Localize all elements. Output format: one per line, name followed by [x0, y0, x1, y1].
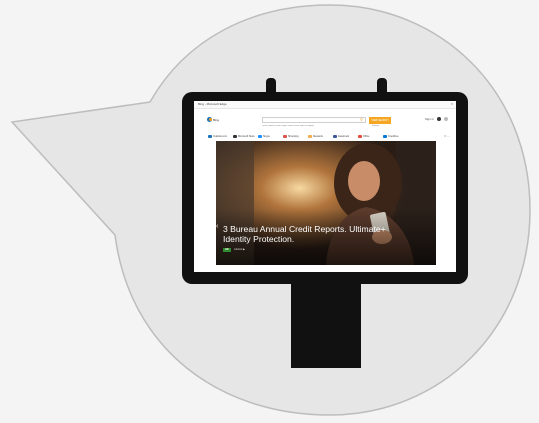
favorite-label: Microsoft Store	[238, 134, 255, 138]
favorite-label: Office	[363, 134, 370, 138]
settings-link[interactable]: Settings	[372, 125, 379, 127]
favorite-shopping[interactable]: Shopping	[283, 134, 308, 138]
skype-icon	[258, 134, 262, 138]
user-avatar-icon[interactable]	[444, 117, 448, 121]
search-links[interactable]: Search options Web Images Videos News Ma…	[262, 125, 372, 127]
bing-logo[interactable]: Bing	[207, 116, 219, 123]
web-search-button[interactable]: WEB SEARCH	[369, 117, 391, 124]
ad-source-link[interactable]: Lifelock ▶	[234, 248, 245, 252]
rewards-badge-icon[interactable]	[437, 117, 441, 121]
carousel-prev-icon[interactable]: ‹	[216, 223, 218, 230]
hero-photo	[216, 141, 436, 265]
rewards-icon	[308, 134, 312, 138]
favorite-onedrive[interactable]: OneDrive	[383, 134, 408, 138]
favorite-microsoft-store[interactable]: Microsoft Store	[233, 134, 258, 138]
header-right: Sign in	[425, 117, 448, 121]
shopping-icon	[283, 134, 287, 138]
favorite-label: Outlook.com	[213, 134, 228, 138]
close-icon[interactable]: ×	[451, 101, 453, 107]
onedrive-icon	[383, 134, 387, 138]
favorite-outlook-com[interactable]: Outlook.com	[208, 134, 233, 138]
window-title: Bing - Microsoft Edge	[198, 102, 227, 106]
favorite-rewards[interactable]: Rewards	[308, 134, 333, 138]
hero-banner[interactable]: ‹ 3 Bureau Annual Credit Reports. Ultima…	[216, 141, 436, 265]
sign-in-link[interactable]: Sign in	[425, 117, 434, 121]
favorite-label: Facebook	[338, 134, 349, 138]
ad-badge: AD	[223, 248, 231, 252]
favorite-office[interactable]: Office	[358, 134, 383, 138]
bing-logo-text: Bing	[212, 117, 219, 122]
search-input[interactable]	[262, 117, 366, 123]
bing-logo-icon	[207, 117, 212, 122]
facebook-icon	[333, 134, 337, 138]
office-icon	[358, 134, 362, 138]
hero-headline[interactable]: 3 Bureau Annual Credit Reports. Ultimate…	[223, 224, 413, 244]
favorite-label: Rewards	[313, 134, 323, 138]
favorite-skype[interactable]: Skype	[258, 134, 283, 138]
stage: Bing - Microsoft Edge × Bing ⚲ WEB SEARC…	[0, 0, 539, 423]
search-header: Bing ⚲ WEB SEARCH Search options Web Ima…	[194, 109, 456, 131]
search-icon[interactable]: ⚲	[360, 118, 363, 122]
favorite-label: Shopping	[288, 134, 299, 138]
favorites-more-icon[interactable]: ≡ ⋯	[444, 134, 450, 138]
monitor-screen: Bing - Microsoft Edge × Bing ⚲ WEB SEARC…	[194, 101, 456, 272]
store-icon	[233, 134, 237, 138]
monitor-stand	[291, 284, 361, 368]
favorite-label: Skype	[263, 134, 270, 138]
hero-shade	[216, 141, 436, 265]
favorites-bar: Outlook.com Microsoft Store Skype Shopping R…	[194, 131, 456, 141]
favorite-label: OneDrive	[388, 134, 399, 138]
window-titlebar: Bing - Microsoft Edge ×	[194, 101, 456, 109]
favorite-facebook[interactable]: Facebook	[333, 134, 358, 138]
outlook-icon	[208, 134, 212, 138]
